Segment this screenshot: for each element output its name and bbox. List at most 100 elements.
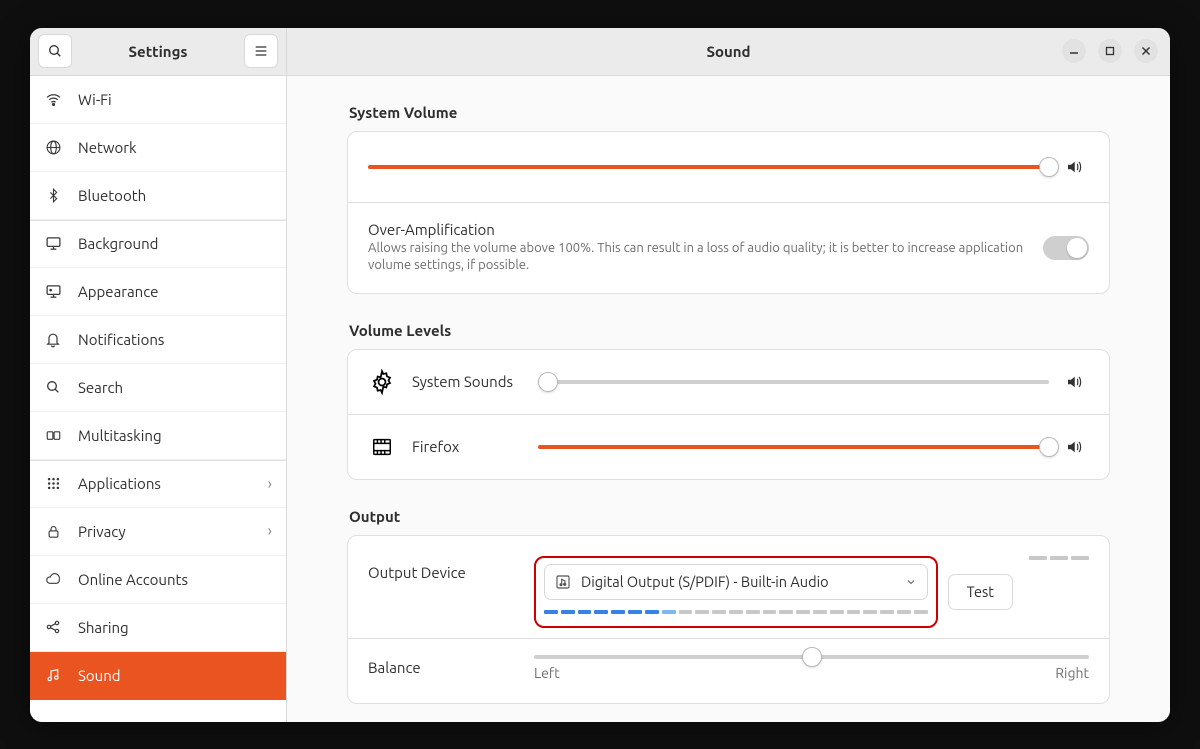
sound-icon bbox=[44, 667, 62, 683]
balance-labels: Left Right bbox=[534, 665, 1089, 681]
sidebar-item-label: Search bbox=[78, 379, 272, 396]
wifi-icon bbox=[44, 91, 62, 108]
sidebar-item-label: Privacy bbox=[78, 523, 252, 540]
app-volume-slider[interactable] bbox=[538, 445, 1049, 449]
bell-icon bbox=[44, 331, 62, 348]
hamburger-button[interactable] bbox=[244, 34, 278, 68]
sidebar-item-search[interactable]: Search bbox=[30, 364, 286, 412]
grid-icon bbox=[44, 476, 62, 491]
speaker-icon-high bbox=[1065, 158, 1089, 176]
volume-levels-card: System Sounds Firefox bbox=[347, 349, 1110, 480]
balance-slider[interactable] bbox=[534, 655, 1089, 659]
minimize-icon bbox=[1069, 46, 1079, 56]
lock-icon bbox=[44, 523, 62, 540]
chevron-right-icon: › bbox=[268, 475, 273, 493]
output-device-label: Output Device bbox=[368, 556, 518, 581]
volume-level-row-firefox: Firefox bbox=[348, 415, 1109, 479]
minimize-button[interactable] bbox=[1062, 39, 1086, 63]
sidebar-item-applications[interactable]: Applications › bbox=[30, 460, 286, 508]
titlebar-left: Settings bbox=[30, 28, 287, 75]
output-device-row: Output Device Digital Output (S/PDIF) - … bbox=[348, 536, 1109, 639]
chevron-down-icon bbox=[905, 576, 917, 588]
sidebar-item-bluetooth[interactable]: Bluetooth bbox=[30, 172, 286, 220]
sidebar-item-label: Sound bbox=[78, 667, 272, 684]
section-title-system-volume: System Volume bbox=[349, 104, 1110, 121]
globe-icon bbox=[44, 139, 62, 156]
maximize-icon bbox=[1105, 46, 1115, 56]
over-amplification-row: Over-Amplification Allows raising the vo… bbox=[348, 203, 1109, 293]
sidebar-item-appearance[interactable]: Appearance bbox=[30, 268, 286, 316]
output-level-meter bbox=[544, 610, 928, 616]
search-icon bbox=[47, 43, 63, 59]
sidebar-item-sound[interactable]: Sound bbox=[30, 652, 286, 700]
appearance-icon bbox=[44, 283, 62, 300]
bluetooth-icon bbox=[44, 187, 62, 204]
speaker-icon bbox=[1065, 438, 1089, 456]
sidebar-item-label: Multitasking bbox=[78, 427, 272, 444]
over-amplification-title: Over-Amplification bbox=[368, 221, 1027, 238]
page-title: Sound bbox=[706, 43, 750, 60]
speaker-icon bbox=[1065, 373, 1089, 391]
sidebar-item-label: Notifications bbox=[78, 331, 272, 348]
balance-slider-wrap: Left Right bbox=[534, 655, 1089, 681]
sidebar-item-label: Applications bbox=[78, 475, 252, 492]
sidebar[interactable]: Wi-Fi Network Bluetooth Background Appearanc… bbox=[30, 76, 287, 722]
balance-right-label: Right bbox=[1055, 665, 1089, 681]
sidebar-item-network[interactable]: Network bbox=[30, 124, 286, 172]
output-device-selected: Digital Output (S/PDIF) - Built-in Audio bbox=[581, 573, 895, 590]
over-amplification-desc: Allows raising the volume above 100%. Th… bbox=[368, 240, 1027, 275]
search-button[interactable] bbox=[38, 34, 72, 68]
output-card: Output Device Digital Output (S/PDIF) - … bbox=[347, 535, 1110, 704]
multitask-icon bbox=[44, 428, 62, 443]
sidebar-title: Settings bbox=[129, 43, 188, 60]
system-volume-card: Over-Amplification Allows raising the vo… bbox=[347, 131, 1110, 294]
test-output-button[interactable]: Test bbox=[948, 574, 1013, 610]
film-icon bbox=[368, 433, 396, 461]
output-device-highlight: Digital Output (S/PDIF) - Built-in Audio bbox=[534, 556, 938, 628]
body: Wi-Fi Network Bluetooth Background Appearanc… bbox=[30, 76, 1170, 722]
output-device-dropdown[interactable]: Digital Output (S/PDIF) - Built-in Audio bbox=[544, 564, 928, 600]
sidebar-item-label: Wi-Fi bbox=[78, 91, 272, 108]
close-button[interactable] bbox=[1134, 39, 1158, 63]
volume-level-row-system-sounds: System Sounds bbox=[348, 350, 1109, 415]
sidebar-item-label: Online Accounts bbox=[78, 571, 272, 588]
sidebar-item-online-accounts[interactable]: Online Accounts bbox=[30, 556, 286, 604]
section-title-output: Output bbox=[349, 508, 1110, 525]
chevron-right-icon: › bbox=[268, 522, 273, 540]
maximize-button[interactable] bbox=[1098, 39, 1122, 63]
output-device-main: Digital Output (S/PDIF) - Built-in Audio… bbox=[534, 556, 1013, 628]
settings-window: Settings Sound Wi-FiNetworkB bbox=[30, 28, 1170, 722]
system-volume-row bbox=[348, 132, 1109, 203]
output-device-top: Digital Output (S/PDIF) - Built-in Audio… bbox=[534, 556, 1013, 628]
close-icon bbox=[1141, 46, 1151, 56]
over-amplification-switch[interactable] bbox=[1043, 236, 1089, 260]
sidebar-item-label: Background bbox=[78, 235, 272, 252]
output-level-trail bbox=[1029, 556, 1089, 560]
search-icon bbox=[44, 379, 62, 395]
over-amplification-text: Over-Amplification Allows raising the vo… bbox=[368, 221, 1027, 275]
sidebar-item-label: Network bbox=[78, 139, 272, 156]
sidebar-item-label: Sharing bbox=[78, 619, 272, 636]
display-icon bbox=[44, 235, 62, 252]
sidebar-item-sharing[interactable]: Sharing bbox=[30, 604, 286, 652]
sidebar-item-wi-fi[interactable]: Wi-Fi bbox=[30, 76, 286, 124]
cloud-icon bbox=[44, 572, 62, 587]
app-volume-label: Firefox bbox=[412, 438, 522, 455]
balance-left-label: Left bbox=[534, 665, 560, 681]
window-controls bbox=[1062, 39, 1170, 63]
content[interactable]: System Volume Over-Amplification Allows … bbox=[287, 76, 1170, 722]
titlebar-right: Sound bbox=[287, 28, 1170, 75]
app-volume-label: System Sounds bbox=[412, 373, 522, 390]
hamburger-icon bbox=[253, 43, 269, 59]
sidebar-item-label: Bluetooth bbox=[78, 187, 272, 204]
sidebar-item-background[interactable]: Background bbox=[30, 220, 286, 268]
share-icon bbox=[44, 619, 62, 635]
sidebar-item-multitasking[interactable]: Multitasking bbox=[30, 412, 286, 460]
sidebar-item-privacy[interactable]: Privacy › bbox=[30, 508, 286, 556]
system-volume-slider[interactable] bbox=[368, 165, 1049, 169]
sidebar-item-label: Appearance bbox=[78, 283, 272, 300]
gear-icon bbox=[368, 368, 396, 396]
sidebar-item-notifications[interactable]: Notifications bbox=[30, 316, 286, 364]
app-volume-slider[interactable] bbox=[538, 380, 1049, 384]
balance-label: Balance bbox=[368, 659, 518, 676]
